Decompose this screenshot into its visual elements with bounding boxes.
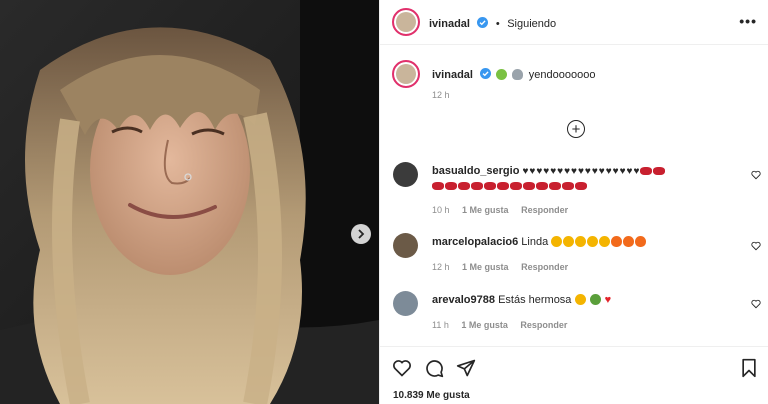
lips-emoji: [445, 182, 457, 190]
comment-time: 10 h: [432, 205, 450, 215]
follow-button[interactable]: Siguiendo: [507, 18, 556, 30]
comment-time: 11 h: [432, 320, 449, 330]
black-heart-emoji: ♥: [605, 166, 612, 177]
star-struck-emoji: [599, 236, 611, 247]
lips-emoji: [536, 182, 548, 190]
comment-username[interactable]: marcelopalacio6: [432, 236, 518, 248]
black-heart-emoji: ♥: [529, 166, 536, 177]
ufo-emoji: [512, 69, 524, 80]
lips-emoji: [484, 182, 496, 190]
lips-emoji: [471, 182, 483, 190]
comment-avatar[interactable]: [393, 291, 418, 316]
lips-emoji: [549, 182, 561, 190]
black-heart-emoji: ♥: [543, 166, 550, 177]
red-heart-emoji: ♥: [604, 294, 612, 306]
comment-emojis: [551, 236, 647, 248]
star-struck-emoji: [563, 236, 575, 247]
fire-emoji: [623, 236, 635, 247]
black-heart-emoji: ♥: [619, 166, 626, 177]
author-avatar[interactable]: [392, 8, 420, 36]
comment-likes[interactable]: 1 Me gusta: [461, 320, 508, 330]
comment-likes[interactable]: 1 Me gusta: [462, 205, 509, 215]
caption-text: yendooooooo: [528, 69, 596, 81]
alien-emoji: [495, 69, 507, 80]
chevron-right-icon: [358, 229, 365, 239]
load-more-comments-button[interactable]: +: [567, 120, 585, 138]
comment-username[interactable]: basualdo_sergio: [432, 165, 519, 177]
lips-emoji: [523, 182, 535, 190]
reply-button[interactable]: Responder: [520, 320, 567, 330]
black-heart-emoji: ♥: [584, 166, 591, 177]
comment-item: arevalo9788 Estás hermosa ♥: [432, 294, 732, 306]
verified-badge-icon: [480, 68, 492, 79]
comment-avatar[interactable]: [393, 162, 418, 187]
like-comment-icon[interactable]: [751, 241, 761, 251]
black-heart-emoji: ♥: [550, 166, 557, 177]
reply-button[interactable]: Responder: [521, 205, 568, 215]
black-heart-emoji: ♥: [626, 166, 633, 177]
verified-badge-icon: [477, 17, 489, 28]
black-heart-emoji: ♥: [577, 166, 584, 177]
share-icon[interactable]: [456, 358, 476, 378]
black-heart-emoji: ♥: [557, 166, 564, 177]
comment-likes[interactable]: 1 Me gusta: [462, 262, 509, 272]
lips-emoji: [653, 167, 666, 175]
broccoli-emoji: [589, 294, 601, 305]
star-struck-emoji: [551, 236, 563, 247]
comment-time: 12 h: [432, 262, 450, 272]
comment-meta: 12 h 1 Me gusta Responder: [432, 262, 578, 272]
black-heart-emoji: ♥: [571, 166, 577, 177]
black-heart-emoji: ♥: [564, 166, 571, 177]
caption-timestamp: 12 h: [432, 90, 450, 100]
lips-emoji: [497, 182, 509, 190]
lips-emoji: [458, 182, 470, 190]
like-comment-icon[interactable]: [751, 170, 761, 180]
lips-emoji: [640, 167, 653, 175]
more-options-icon[interactable]: •••: [739, 13, 757, 29]
star-struck-emoji: [575, 236, 587, 247]
post-details-panel: ivinadal • Siguiendo ••• ivinadal yendoo…: [379, 0, 768, 404]
black-heart-emoji: ♥: [536, 166, 543, 177]
save-bookmark-icon[interactable]: [739, 358, 759, 378]
comment-icon[interactable]: [424, 358, 444, 378]
lips-emoji: [432, 182, 444, 190]
heart-eyes-emoji: [574, 294, 586, 305]
like-comment-icon[interactable]: [751, 299, 761, 309]
likes-count[interactable]: 10.839 Me gusta: [393, 390, 470, 401]
black-heart-emoji: ♥: [612, 166, 619, 177]
lips-emoji: [510, 182, 522, 190]
separator-dot: •: [495, 18, 500, 30]
comment-avatar[interactable]: [393, 233, 418, 258]
black-heart-emoji: ♥: [633, 166, 640, 177]
lips-emoji: [562, 182, 574, 190]
black-heart-emoji: ♥: [591, 166, 598, 177]
comment-meta: 11 h 1 Me gusta Responder: [432, 320, 577, 330]
post-photo: [0, 0, 379, 404]
post-image: [0, 0, 379, 404]
black-heart-emoji: ♥: [598, 166, 605, 177]
caption-username[interactable]: ivinadal: [432, 69, 473, 81]
comment-text: Estás hermosa: [498, 294, 572, 306]
comment-item: basualdo_sergio ♥♥♥♥♥♥♥♥♥♥♥♥♥♥♥♥♥: [432, 164, 732, 193]
comment-meta: 10 h 1 Me gusta Responder: [432, 205, 578, 215]
caption: ivinadal yendooooooo: [432, 65, 595, 83]
reply-button[interactable]: Responder: [521, 262, 568, 272]
star-struck-emoji: [587, 236, 599, 247]
black-heart-emoji: ♥: [522, 166, 529, 177]
next-image-button[interactable]: [351, 224, 371, 244]
plus-icon: +: [571, 120, 581, 138]
author-username[interactable]: ivinadal: [429, 18, 470, 30]
post-header: ivinadal • Siguiendo •••: [380, 0, 768, 45]
comment-username[interactable]: arevalo9788: [432, 294, 495, 306]
caption-avatar[interactable]: [392, 60, 420, 88]
comment-text: Linda: [521, 236, 549, 248]
comments-list: ivinadal yendooooooo 12 h + basualdo_ser…: [380, 46, 768, 346]
comment-item: marcelopalacio6 Linda: [432, 236, 732, 248]
fire-emoji: [635, 236, 647, 247]
fire-emoji: [611, 236, 623, 247]
lips-emoji: [575, 182, 587, 190]
like-heart-icon[interactable]: [392, 358, 412, 378]
caption-time: 12 h: [432, 90, 460, 100]
